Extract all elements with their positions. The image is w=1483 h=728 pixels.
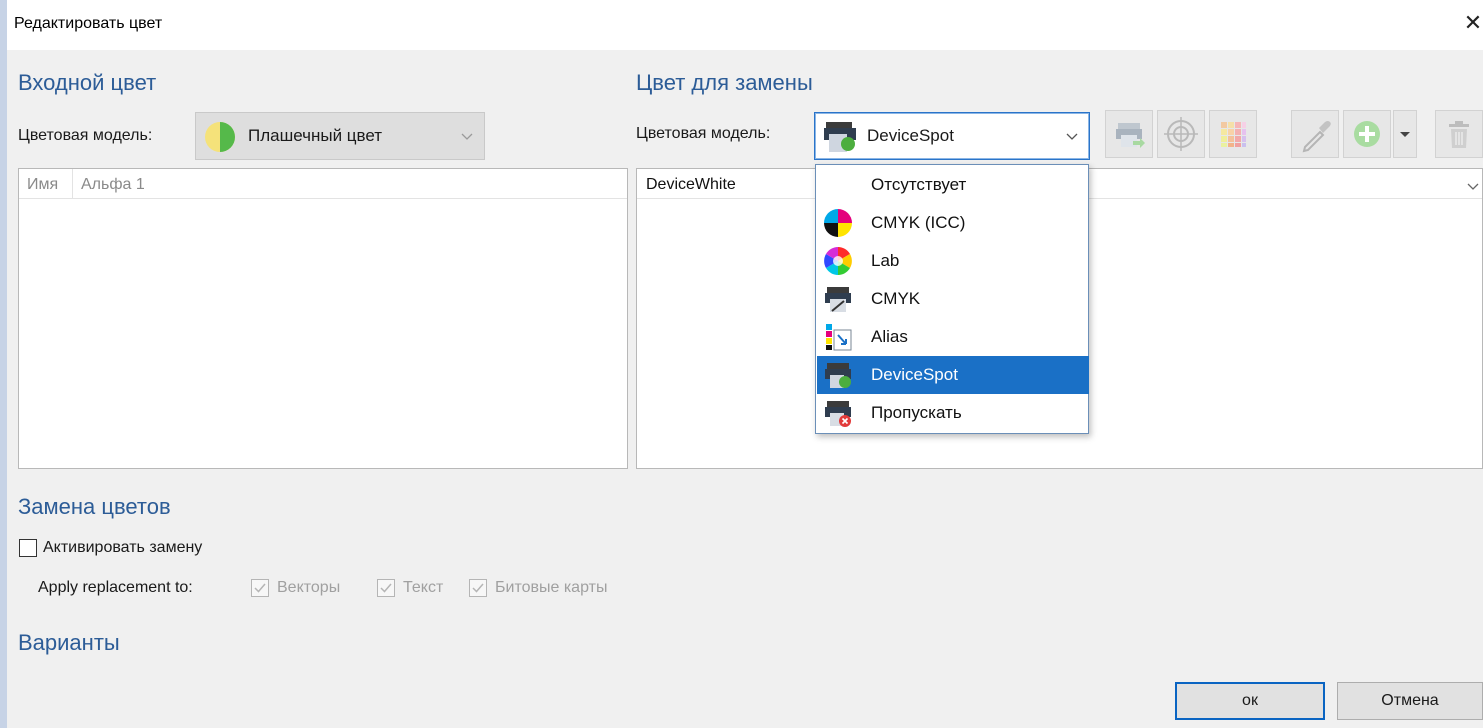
eyedropper-icon[interactable] [1291,110,1339,158]
input-model-select[interactable]: Плашечный цвет [195,112,485,160]
chevron-down-icon [461,133,473,140]
device-spot-icon [825,363,851,388]
dropdown-item-label: DeviceSpot [871,365,958,384]
ok-button[interactable]: ок [1175,682,1325,720]
replace-color-heading: Цвет для замены [636,70,813,95]
trash-icon[interactable] [1435,110,1483,158]
dropdown-item-none[interactable]: Отсутствует [817,166,1089,204]
bitmaps-label: Битовые карты [495,579,608,596]
chevron-down-icon[interactable] [1466,179,1480,193]
dropdown-item-label: CMYK (ICC) [871,213,966,232]
target-icon[interactable] [1157,110,1205,158]
text-label: Текст [403,579,444,596]
chevron-down-icon [1066,133,1078,140]
dropdown-item-label: Отсутствует [871,175,967,194]
replace-value: DeviceWhite [646,176,736,193]
input-model-value: Плашечный цвет [248,126,383,145]
dropdown-item-label: Alias [871,327,908,346]
replace-model-value: DeviceSpot [867,126,954,145]
apply-replacement-label: Apply replacement to: [38,579,193,596]
add-icon[interactable] [1343,110,1391,158]
dropdown-item-devicespot[interactable]: DeviceSpot [817,356,1089,394]
cmyk-printer-icon [825,287,851,312]
edit-color-dialog: Редактировать цвет ✕ Входной цвет Цветов… [7,0,1483,728]
device-spot-icon [824,122,856,152]
variants-heading: Варианты [18,630,120,655]
name-value: Альфа 1 [81,176,145,193]
input-color-heading: Входной цвет [18,70,157,95]
window-title: Редактировать цвет [14,15,163,32]
close-icon[interactable]: ✕ [1461,8,1483,38]
dropdown-item-lab[interactable]: Lab [817,242,1089,280]
printer-arrow-icon[interactable] [1105,110,1153,158]
replace-model-label: Цветовая модель: [636,125,771,142]
replace-model-select[interactable]: DeviceSpot [814,112,1090,160]
cmyk-icc-icon [824,209,852,237]
skip-icon [825,401,851,427]
dropdown-item-label: CMYK [871,289,921,308]
color-grid-icon[interactable] [1209,110,1257,158]
color-model-dropdown: Отсутствует CMYK (ICC) Lab CMYK Alias De… [815,164,1089,434]
dropdown-item-label: Lab [871,251,900,270]
input-table-header: Имя Альфа 1 [19,169,627,199]
input-color-panel: Имя Альфа 1 [18,168,628,469]
name-column-header: Имя [27,176,59,193]
dropdown-arrow-icon[interactable] [1393,110,1417,158]
vectors-label: Векторы [277,579,341,596]
bitmaps-checkbox[interactable] [469,579,487,597]
activate-replacement-checkbox[interactable] [19,539,37,557]
title-bar: Редактировать цвет ✕ [7,0,1483,50]
input-model-label: Цветовая модель: [18,127,153,144]
dropdown-item-alias[interactable]: Alias [817,318,1089,356]
dropdown-item-cmyk[interactable]: CMYK [817,280,1089,318]
activate-replacement-label: Активировать замену [43,539,203,556]
column-divider [72,169,73,199]
vectors-checkbox[interactable] [251,579,269,597]
dropdown-item-label: Пропускать [871,403,962,422]
spot-color-icon [205,122,235,152]
alias-icon [826,324,852,351]
color-replacement-heading: Замена цветов [18,494,171,519]
cancel-button[interactable]: Отмена [1337,682,1483,720]
dropdown-item-skip[interactable]: Пропускать [817,394,1089,432]
text-checkbox[interactable] [377,579,395,597]
dropdown-item-cmyk-icc[interactable]: CMYK (ICC) [817,204,1089,242]
lab-icon [824,247,852,275]
